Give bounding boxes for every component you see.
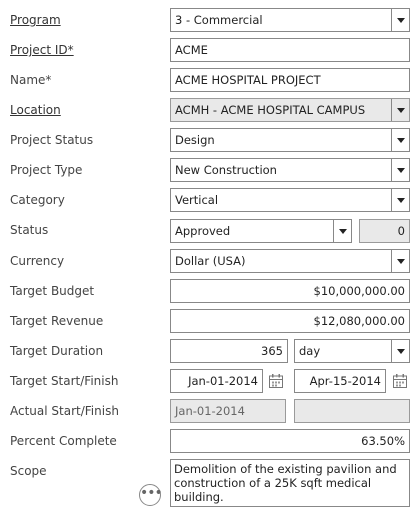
target-budget-label: Target Budget <box>10 284 95 298</box>
chevron-down-icon[interactable] <box>391 9 409 31</box>
program-value: 3 - Commercial <box>175 13 263 27</box>
category-value: Vertical <box>175 193 219 207</box>
actual-start-finish-label: Actual Start/Finish <box>10 404 119 418</box>
project-status-label: Project Status <box>10 133 94 147</box>
percent-complete-label: Percent Complete <box>10 434 117 448</box>
actual-finish-input <box>294 399 410 423</box>
duration-unit-select[interactable]: day <box>294 339 410 363</box>
category-select[interactable]: Vertical <box>170 188 410 212</box>
location-value: ACMH - ACME HOSPITAL CAMPUS <box>175 103 366 117</box>
target-start-finish-label: Target Start/Finish <box>10 374 119 388</box>
currency-select[interactable]: Dollar (USA) <box>170 249 410 273</box>
chevron-down-icon[interactable] <box>391 129 409 151</box>
duration-unit-value: day <box>299 344 321 358</box>
location-select[interactable]: ACMH - ACME HOSPITAL CAMPUS <box>170 98 410 122</box>
target-duration-input[interactable]: 365 <box>170 339 288 363</box>
target-revenue-label: Target Revenue <box>10 314 104 328</box>
target-duration-label: Target Duration <box>10 344 104 358</box>
chevron-down-icon[interactable] <box>391 250 409 272</box>
project-id-input[interactable]: ACME <box>170 38 410 62</box>
project-id-label[interactable]: Project ID* <box>10 41 74 59</box>
target-revenue-input[interactable]: $12,080,000.00 <box>170 309 410 333</box>
project-status-select[interactable]: Design <box>170 128 410 152</box>
name-label: Name* <box>10 73 52 87</box>
status-count: 0 <box>359 219 410 243</box>
calendar-icon[interactable] <box>392 373 408 389</box>
chevron-down-icon[interactable] <box>391 159 409 181</box>
target-finish-input[interactable]: Apr-15-2014 <box>294 369 386 393</box>
calendar-icon[interactable] <box>268 373 284 389</box>
status-value: Approved <box>175 224 231 238</box>
location-label[interactable]: Location <box>10 101 61 119</box>
scope-label: Scope <box>10 464 47 478</box>
status-select[interactable]: Approved <box>170 219 352 243</box>
program-label[interactable]: Program <box>10 11 61 29</box>
category-label: Category <box>10 193 65 207</box>
currency-value: Dollar (USA) <box>175 254 246 268</box>
chevron-down-icon[interactable] <box>333 220 351 242</box>
currency-label: Currency <box>10 254 65 268</box>
chevron-down-icon[interactable] <box>391 340 409 362</box>
project-type-value: New Construction <box>175 163 277 177</box>
program-select[interactable]: 3 - Commercial <box>170 8 410 32</box>
status-label: Status <box>10 223 49 237</box>
more-options-icon[interactable]: ••• <box>139 484 163 506</box>
name-input[interactable]: ACME HOSPITAL PROJECT <box>170 68 410 92</box>
target-budget-input[interactable]: $10,000,000.00 <box>170 279 410 303</box>
project-type-select[interactable]: New Construction <box>170 158 410 182</box>
chevron-down-icon[interactable] <box>391 99 409 121</box>
target-start-input[interactable]: Jan-01-2014 <box>170 369 263 393</box>
project-status-value: Design <box>175 133 215 147</box>
project-type-label: Project Type <box>10 163 83 177</box>
actual-start-input: Jan-01-2014 <box>170 399 286 423</box>
percent-complete-input[interactable]: 63.50% <box>170 429 410 453</box>
scope-textarea[interactable]: Demolition of the existing pavilion and … <box>170 459 410 507</box>
chevron-down-icon[interactable] <box>391 189 409 211</box>
